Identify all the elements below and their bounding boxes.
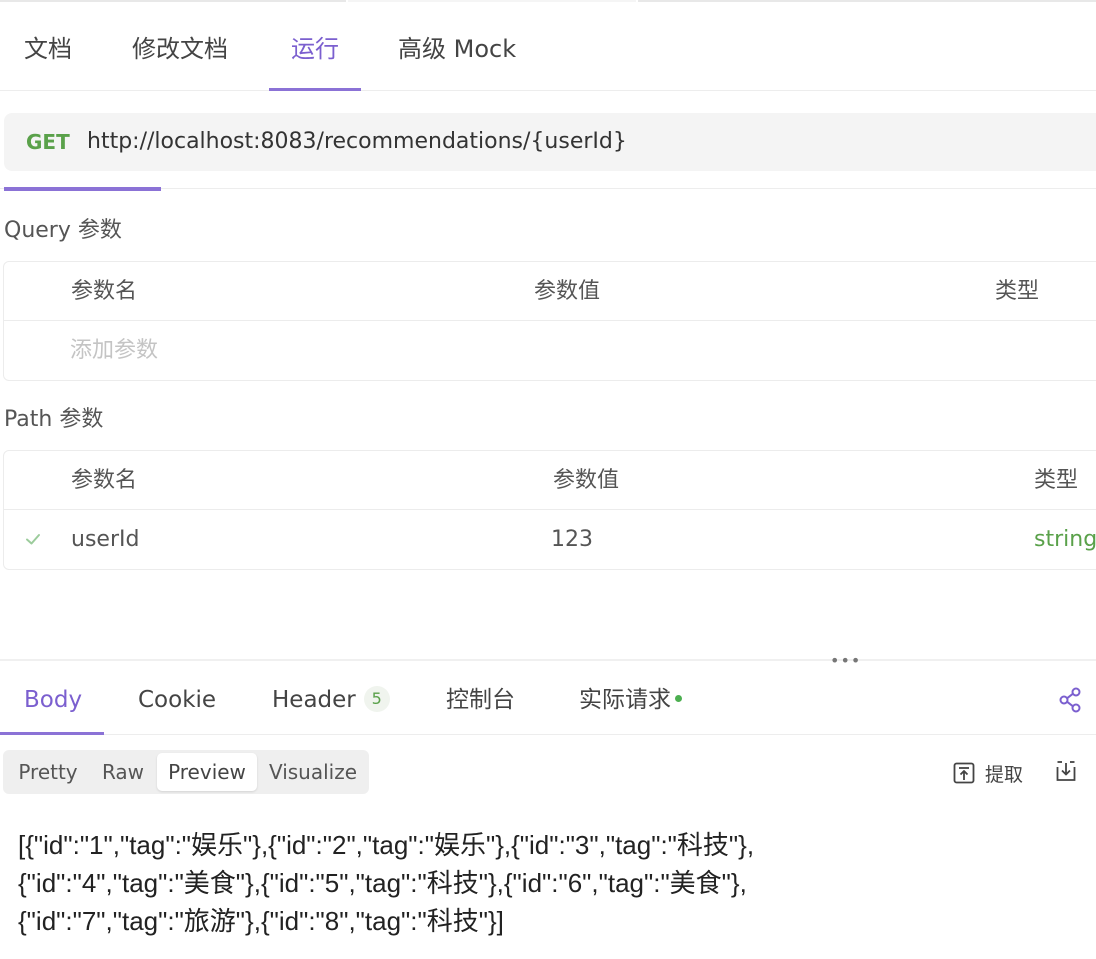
column-header-value: 参数值: [553, 468, 620, 493]
column-header-type: 类型: [995, 279, 1040, 304]
download-icon[interactable]: [1054, 759, 1078, 783]
table-header-row: 参数名 参数值 类型: [4, 451, 1096, 510]
status-dot: [675, 695, 682, 702]
tab-header[interactable]: Header 5: [272, 662, 390, 735]
url-bar[interactable]: GET http://localhost:8083/recommendation…: [4, 113, 1096, 171]
tab-active-indicator: [269, 88, 361, 91]
tab-active-indicator: [0, 732, 105, 735]
table-row: userId 123 string: [4, 510, 1096, 569]
view-mode-visualize[interactable]: Visualize: [260, 753, 366, 791]
tab-run-label: 运行: [291, 35, 339, 63]
check-icon[interactable]: [24, 530, 42, 548]
sub-tab-divider: [0, 188, 1096, 189]
tab-advanced-mock[interactable]: 高级 Mock: [398, 20, 516, 91]
tab-doc[interactable]: 文档: [24, 20, 72, 91]
share-icon[interactable]: [1058, 686, 1084, 714]
column-header-type: 类型: [1034, 468, 1079, 493]
response-body-line: {"id":"7","tag":"旅游"},{"id":"8","tag":"科…: [18, 906, 504, 936]
add-param-placeholder[interactable]: 添加参数: [70, 321, 158, 380]
top-strip-segment: [638, 0, 1096, 2]
view-mode-selector: Pretty Raw Preview Visualize: [3, 750, 369, 794]
top-strip-segment: [0, 0, 346, 2]
view-mode-raw[interactable]: Raw: [91, 753, 155, 791]
path-params-table: 参数名 参数值 类型 userId 123 string: [3, 450, 1096, 570]
column-header-value: 参数值: [534, 279, 601, 304]
main-tabs: 文档 修改文档 运行 高级 Mock: [0, 20, 1096, 91]
tab-console[interactable]: 控制台: [446, 662, 515, 735]
tab-actual-request[interactable]: 实际请求: [579, 662, 682, 735]
param-value[interactable]: 123: [551, 510, 593, 569]
url-input[interactable]: http://localhost:8083/recommendations/{u…: [87, 113, 627, 171]
extract-icon: [953, 762, 975, 784]
table-header-row: 参数名 参数值 类型: [4, 262, 1096, 321]
add-param-row[interactable]: 添加参数: [4, 321, 1096, 380]
param-name[interactable]: userId: [71, 510, 139, 569]
sub-tab-active-indicator: [4, 187, 161, 191]
pane-divider[interactable]: [0, 659, 1096, 661]
header-count-badge: 5: [363, 685, 390, 712]
tab-body[interactable]: Body: [0, 662, 105, 735]
tab-cookie[interactable]: Cookie: [138, 662, 216, 735]
param-type[interactable]: string: [1034, 510, 1096, 569]
top-strip: [0, 0, 1096, 4]
tab-actual-request-label: 实际请求: [579, 687, 671, 713]
path-params-title: Path 参数: [4, 407, 104, 432]
top-strip-segment: [348, 0, 636, 2]
extract-label: 提取: [985, 764, 1024, 786]
tab-body-label: Body: [24, 687, 83, 713]
tab-header-label: Header: [272, 687, 356, 713]
query-params-title: Query 参数: [4, 218, 122, 243]
view-mode-pretty[interactable]: Pretty: [7, 753, 89, 791]
column-header-name: 参数名: [71, 279, 138, 304]
column-header-name: 参数名: [71, 468, 138, 493]
response-body[interactable]: [{"id":"1","tag":"娱乐"},{"id":"2","tag":"…: [18, 826, 1078, 940]
http-method[interactable]: GET: [26, 113, 70, 171]
tab-edit-doc[interactable]: 修改文档: [132, 20, 228, 91]
query-params-table: 参数名 参数值 类型 添加参数: [3, 261, 1096, 381]
response-body-line: {"id":"4","tag":"美食"},{"id":"5","tag":"科…: [18, 868, 747, 898]
view-mode-preview[interactable]: Preview: [157, 753, 257, 791]
response-tabs: Body Cookie Header 5 控制台 实际请求: [0, 662, 1096, 735]
tab-run[interactable]: 运行: [269, 20, 361, 91]
response-body-line: [{"id":"1","tag":"娱乐"},{"id":"2","tag":"…: [18, 830, 755, 860]
